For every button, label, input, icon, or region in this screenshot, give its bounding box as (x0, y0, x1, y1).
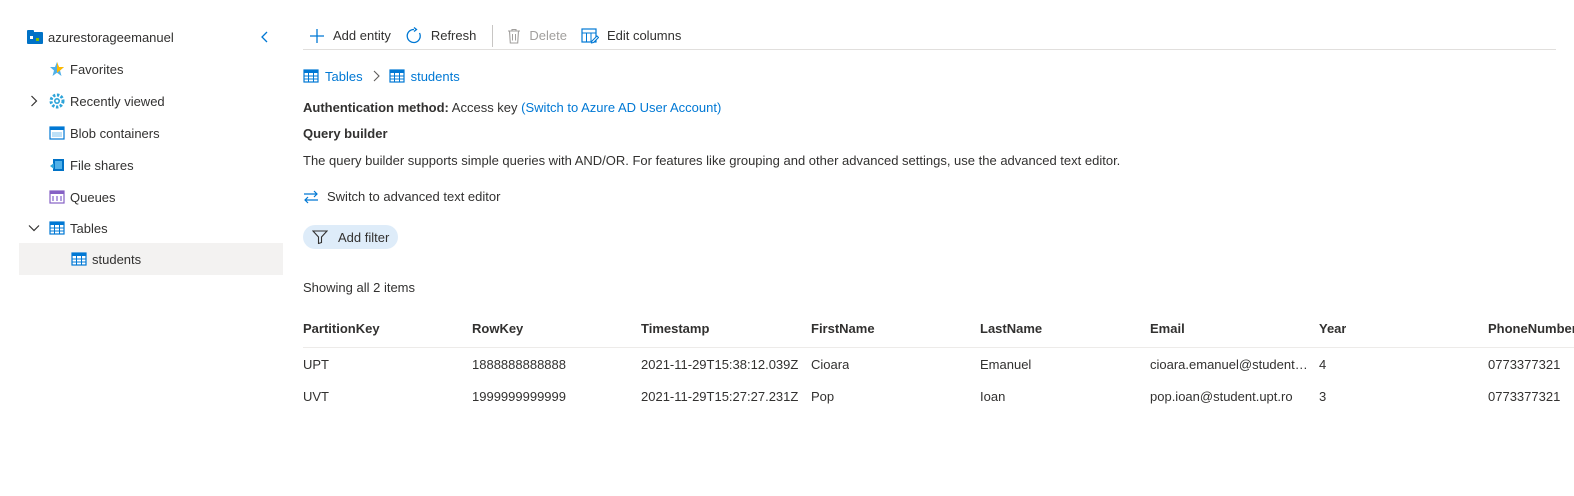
star-icon (49, 61, 65, 77)
chevron-left-icon (261, 31, 268, 43)
tree-item-label: Favorites (70, 61, 124, 77)
storage-account-icon (27, 29, 43, 45)
queue-icon (49, 189, 65, 205)
delete-button[interactable]: Delete (501, 22, 575, 50)
collapse-sidebar-button[interactable] (256, 28, 274, 46)
tree-item-favorites[interactable]: Favorites (19, 53, 283, 85)
swap-icon (304, 190, 318, 203)
cell-firstname: Pop (811, 388, 835, 404)
tree-item-label: azurestorageemanuel (48, 29, 174, 45)
column-header-year[interactable]: Year (1319, 310, 1479, 347)
table-icon (49, 220, 65, 236)
add-entity-button[interactable]: Add entity (303, 22, 399, 50)
cell-year: 3 (1319, 388, 1327, 404)
tree-item-account[interactable]: azurestorageemanuel (19, 21, 283, 53)
chevron-right-icon[interactable] (27, 94, 41, 108)
cell-email: pop.ioan@student.upt.ro (1150, 388, 1293, 404)
cell-rowkey: 1888888888888 (472, 356, 566, 372)
auth-method-value: Access key (451, 100, 518, 115)
command-bar: Add entity Refresh Delete Edit columns (303, 22, 1556, 50)
column-header-partitionkey[interactable]: PartitionKey (303, 310, 463, 347)
table-icon (388, 69, 405, 83)
sidebar-tree: azurestorageemanuel Favorites Recently v… (0, 0, 290, 496)
query-builder-title: Query builder (303, 126, 388, 141)
entities-table: PartitionKey RowKey Timestamp FirstName … (303, 310, 1574, 412)
tree-item-recently-viewed[interactable]: Recently viewed (19, 85, 283, 117)
switch-editor-button[interactable]: Switch to advanced text editor (303, 189, 500, 204)
cell-phonenumber: 0773377321 (1488, 356, 1561, 372)
tree-item-label: students (92, 251, 142, 267)
cell-timestamp: 2021-11-29T15:38:12.039Z (641, 356, 799, 372)
tree-item-students[interactable]: students (19, 243, 283, 275)
add-filter-button[interactable]: Add filter (303, 225, 399, 249)
tree-item-label: Queues (70, 189, 116, 205)
refresh-button[interactable]: Refresh (399, 22, 485, 50)
main-pane: Add entity Refresh Delete Edit columns T… (303, 0, 1574, 496)
tree-item-label: Tables (70, 220, 108, 236)
breadcrumb-students-label: students (410, 68, 460, 84)
gear-icon (49, 93, 65, 109)
cell-email: cioara.emanuel@student.upt.ro (1150, 356, 1310, 372)
breadcrumb-tables-label: Tables (325, 68, 363, 84)
edit-columns-button[interactable]: Edit columns (575, 22, 689, 50)
tree-item-blob-containers[interactable]: Blob containers (19, 117, 283, 149)
column-header-phonenumber[interactable]: PhoneNumber (1488, 310, 1574, 347)
tree-item-label: Blob containers (70, 125, 160, 141)
tree-item-tables[interactable]: Tables (19, 212, 283, 244)
breadcrumb-tables[interactable]: Tables (303, 69, 363, 84)
cell-partitionkey: UVT (303, 388, 329, 404)
toolbar-divider (492, 24, 494, 47)
edit-columns-icon (581, 27, 599, 44)
tree-item-file-shares[interactable]: File shares (19, 149, 283, 181)
column-header-rowkey[interactable]: RowKey (472, 310, 632, 347)
table-header-row: PartitionKey RowKey Timestamp FirstName … (303, 310, 1574, 348)
column-header-timestamp[interactable]: Timestamp (641, 310, 801, 347)
cell-phonenumber: 0773377321 (1488, 388, 1561, 404)
switch-auth-link[interactable]: (Switch to Azure AD User Account) (521, 100, 721, 115)
tree-item-label: File shares (70, 157, 134, 173)
table-icon (303, 69, 319, 83)
table-row[interactable]: UPT 1888888888888 2021-11-29T15:38:12.03… (303, 348, 1574, 380)
breadcrumb-students[interactable]: students (388, 68, 460, 84)
plus-icon (310, 28, 324, 43)
trash-icon (508, 28, 521, 44)
edit-columns-label: Edit columns (606, 28, 682, 43)
auth-method-label: Authentication method: (303, 100, 449, 115)
file-share-icon (49, 157, 65, 173)
tree-item-label: Recently viewed (70, 93, 165, 109)
cell-lastname: Ioan (980, 388, 1006, 404)
query-builder-description: The query builder supports simple querie… (303, 153, 1121, 168)
add-filter-label: Add filter (338, 229, 390, 245)
chevron-down-icon[interactable] (27, 221, 41, 235)
tree-item-queues[interactable]: Queues (19, 181, 283, 213)
cell-timestamp: 2021-11-29T15:27:27.231Z (641, 388, 799, 404)
results-count: Showing all 2 items (303, 280, 415, 295)
column-header-email[interactable]: Email (1150, 310, 1310, 347)
switch-editor-label: Switch to advanced text editor (327, 189, 501, 204)
cell-lastname: Emanuel (980, 356, 1032, 372)
cell-partitionkey: UPT (303, 356, 329, 372)
refresh-icon (406, 26, 421, 43)
column-header-firstname[interactable]: FirstName (811, 310, 971, 347)
auth-method: Authentication method: Access key (Switc… (303, 100, 721, 115)
cell-firstname: Cioara (811, 356, 850, 372)
column-header-lastname[interactable]: LastName (980, 310, 1140, 347)
refresh-label: Refresh (430, 28, 477, 43)
blob-container-icon (49, 125, 65, 141)
chevron-right-icon (373, 70, 380, 82)
filter-icon (312, 230, 328, 244)
delete-label: Delete (529, 28, 567, 43)
table-row[interactable]: UVT 1999999999999 2021-11-29T15:27:27.23… (303, 380, 1574, 412)
table-icon (71, 251, 87, 267)
add-entity-label: Add entity (333, 28, 391, 43)
cell-rowkey: 1999999999999 (472, 388, 566, 404)
breadcrumb: Tables students (303, 67, 460, 85)
cell-year: 4 (1319, 356, 1327, 372)
